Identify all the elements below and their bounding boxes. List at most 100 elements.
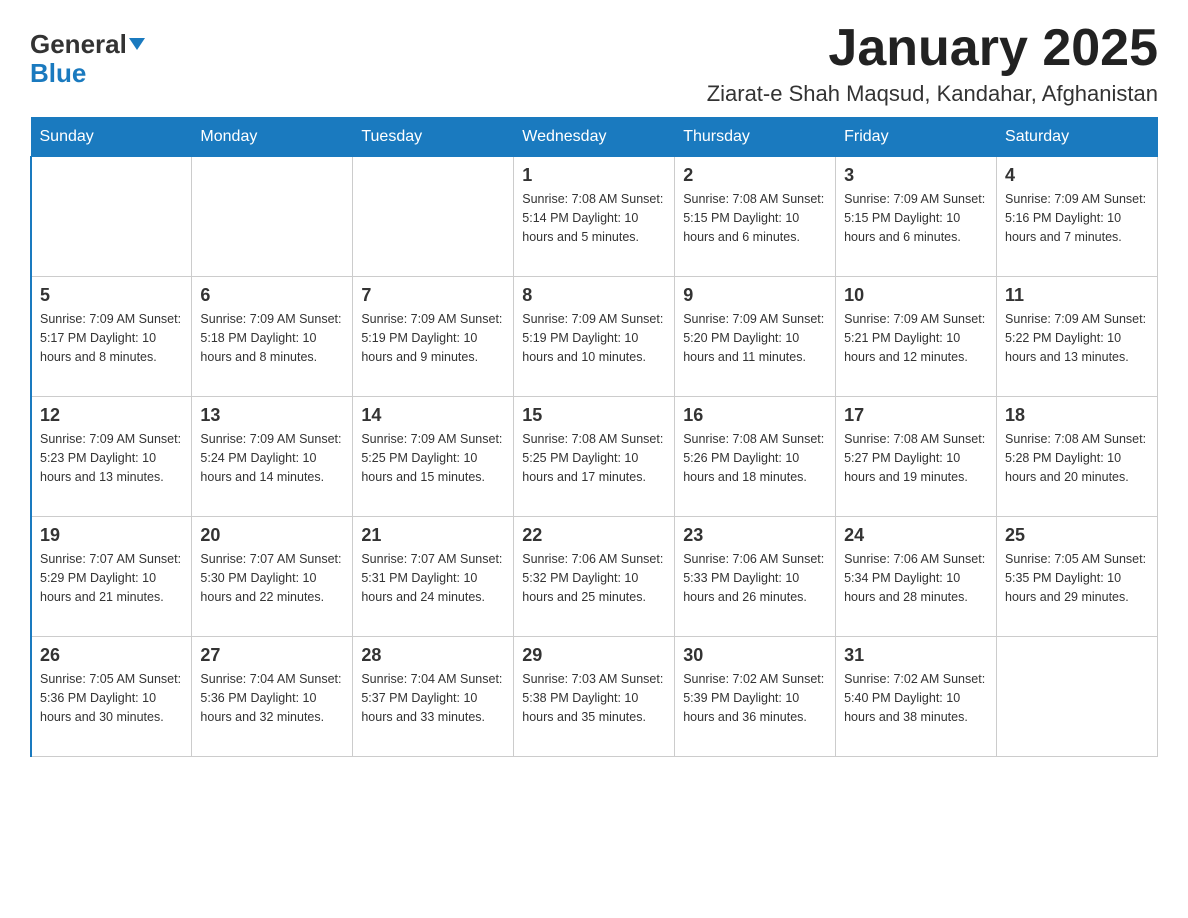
column-header-thursday: Thursday: [675, 118, 836, 157]
calendar-cell: 4Sunrise: 7:09 AM Sunset: 5:16 PM Daylig…: [997, 157, 1158, 277]
calendar-week-row: 5 Sunrise: 7:09 AM Sunset: 5:17 PM Daylig…: [31, 277, 1158, 397]
day-info: Sunrise: 7:03 AM Sunset: 5:38 PM Dayligh…: [522, 670, 666, 726]
calendar-cell: 20 Sunrise: 7:07 AM Sunset: 5:30 PM Dayli…: [192, 517, 353, 637]
day-number: 23: [683, 525, 827, 546]
calendar-week-row: 1Sunrise: 7:08 AM Sunset: 5:14 PM Daylig…: [31, 157, 1158, 277]
day-number: 15: [522, 405, 666, 426]
calendar-cell: 14 Sunrise: 7:09 AM Sunset: 5:25 PM Dayli…: [353, 397, 514, 517]
calendar-cell: 12 Sunrise: 7:09 AM Sunset: 5:23 PM Dayli…: [31, 397, 192, 517]
column-header-sunday: Sunday: [31, 118, 192, 157]
calendar-week-row: 12 Sunrise: 7:09 AM Sunset: 5:23 PM Dayli…: [31, 397, 1158, 517]
calendar-week-row: 19 Sunrise: 7:07 AM Sunset: 5:29 PM Dayli…: [31, 517, 1158, 637]
column-header-wednesday: Wednesday: [514, 118, 675, 157]
calendar-cell: 30 Sunrise: 7:02 AM Sunset: 5:39 PM Dayli…: [675, 637, 836, 757]
day-number: 10: [844, 285, 988, 306]
calendar-cell: 23 Sunrise: 7:06 AM Sunset: 5:33 PM Dayli…: [675, 517, 836, 637]
calendar-subtitle: Ziarat-e Shah Maqsud, Kandahar, Afghanis…: [707, 81, 1158, 107]
day-number: 12: [40, 405, 183, 426]
day-info: Sunrise: 7:09 AM Sunset: 5:24 PM Dayligh…: [200, 430, 344, 486]
day-number: 31: [844, 645, 988, 666]
day-info: Sunrise: 7:06 AM Sunset: 5:34 PM Dayligh…: [844, 550, 988, 606]
day-info: Sunrise: 7:07 AM Sunset: 5:29 PM Dayligh…: [40, 550, 183, 606]
column-header-saturday: Saturday: [997, 118, 1158, 157]
day-info: Sunrise: 7:02 AM Sunset: 5:40 PM Dayligh…: [844, 670, 988, 726]
day-number: 19: [40, 525, 183, 546]
calendar-cell: 28Sunrise: 7:04 AM Sunset: 5:37 PM Dayli…: [353, 637, 514, 757]
day-info: Sunrise: 7:09 AM Sunset: 5:17 PM Dayligh…: [40, 310, 183, 366]
day-info: Sunrise: 7:09 AM Sunset: 5:23 PM Dayligh…: [40, 430, 183, 486]
day-info: Sunrise: 7:09 AM Sunset: 5:25 PM Dayligh…: [361, 430, 505, 486]
day-number: 8: [522, 285, 666, 306]
calendar-cell: 13 Sunrise: 7:09 AM Sunset: 5:24 PM Dayli…: [192, 397, 353, 517]
day-number: 20: [200, 525, 344, 546]
day-number: 28: [361, 645, 505, 666]
calendar-cell: 26 Sunrise: 7:05 AM Sunset: 5:36 PM Dayli…: [31, 637, 192, 757]
calendar-cell: 1Sunrise: 7:08 AM Sunset: 5:14 PM Daylig…: [514, 157, 675, 277]
logo: General Blue: [30, 30, 145, 87]
calendar-cell: 24Sunrise: 7:06 AM Sunset: 5:34 PM Dayli…: [836, 517, 997, 637]
day-number: 3: [844, 165, 988, 186]
day-info: Sunrise: 7:05 AM Sunset: 5:35 PM Dayligh…: [1005, 550, 1149, 606]
calendar-cell: [192, 157, 353, 277]
calendar-cell: 2Sunrise: 7:08 AM Sunset: 5:15 PM Daylig…: [675, 157, 836, 277]
day-number: 27: [200, 645, 344, 666]
day-info: Sunrise: 7:06 AM Sunset: 5:33 PM Dayligh…: [683, 550, 827, 606]
day-number: 11: [1005, 285, 1149, 306]
column-header-monday: Monday: [192, 118, 353, 157]
day-info: Sunrise: 7:05 AM Sunset: 5:36 PM Dayligh…: [40, 670, 183, 726]
day-number: 26: [40, 645, 183, 666]
day-info: Sunrise: 7:08 AM Sunset: 5:25 PM Dayligh…: [522, 430, 666, 486]
calendar-cell: 6 Sunrise: 7:09 AM Sunset: 5:18 PM Daylig…: [192, 277, 353, 397]
calendar-cell: 11 Sunrise: 7:09 AM Sunset: 5:22 PM Dayli…: [997, 277, 1158, 397]
day-info: Sunrise: 7:08 AM Sunset: 5:26 PM Dayligh…: [683, 430, 827, 486]
day-info: Sunrise: 7:02 AM Sunset: 5:39 PM Dayligh…: [683, 670, 827, 726]
calendar-cell: 17 Sunrise: 7:08 AM Sunset: 5:27 PM Dayli…: [836, 397, 997, 517]
day-info: Sunrise: 7:08 AM Sunset: 5:28 PM Dayligh…: [1005, 430, 1149, 486]
day-number: 29: [522, 645, 666, 666]
calendar-header-row: SundayMondayTuesdayWednesdayThursdayFrid…: [31, 118, 1158, 157]
calendar-cell: 3 Sunrise: 7:09 AM Sunset: 5:15 PM Daylig…: [836, 157, 997, 277]
day-info: Sunrise: 7:09 AM Sunset: 5:22 PM Dayligh…: [1005, 310, 1149, 366]
day-info: Sunrise: 7:08 AM Sunset: 5:14 PM Dayligh…: [522, 190, 666, 246]
calendar-cell: 8 Sunrise: 7:09 AM Sunset: 5:19 PM Daylig…: [514, 277, 675, 397]
day-number: 18: [1005, 405, 1149, 426]
day-number: 6: [200, 285, 344, 306]
day-info: Sunrise: 7:09 AM Sunset: 5:18 PM Dayligh…: [200, 310, 344, 366]
day-number: 7: [361, 285, 505, 306]
calendar-cell: 25 Sunrise: 7:05 AM Sunset: 5:35 PM Dayli…: [997, 517, 1158, 637]
calendar-cell: [353, 157, 514, 277]
column-header-tuesday: Tuesday: [353, 118, 514, 157]
header: General Blue January 2025 Ziarat-e Shah …: [30, 20, 1158, 107]
column-header-friday: Friday: [836, 118, 997, 157]
calendar-cell: 16Sunrise: 7:08 AM Sunset: 5:26 PM Dayli…: [675, 397, 836, 517]
day-info: Sunrise: 7:09 AM Sunset: 5:16 PM Dayligh…: [1005, 190, 1149, 246]
day-info: Sunrise: 7:04 AM Sunset: 5:36 PM Dayligh…: [200, 670, 344, 726]
day-number: 25: [1005, 525, 1149, 546]
day-info: Sunrise: 7:09 AM Sunset: 5:15 PM Dayligh…: [844, 190, 988, 246]
day-info: Sunrise: 7:08 AM Sunset: 5:27 PM Dayligh…: [844, 430, 988, 486]
calendar-cell: 5 Sunrise: 7:09 AM Sunset: 5:17 PM Daylig…: [31, 277, 192, 397]
logo-general-text: General: [30, 30, 127, 59]
calendar-cell: [31, 157, 192, 277]
day-number: 2: [683, 165, 827, 186]
calendar-cell: 15 Sunrise: 7:08 AM Sunset: 5:25 PM Dayli…: [514, 397, 675, 517]
logo-blue-text: Blue: [30, 59, 145, 88]
day-number: 9: [683, 285, 827, 306]
day-number: 14: [361, 405, 505, 426]
day-number: 17: [844, 405, 988, 426]
day-info: Sunrise: 7:07 AM Sunset: 5:30 PM Dayligh…: [200, 550, 344, 606]
calendar-cell: 22Sunrise: 7:06 AM Sunset: 5:32 PM Dayli…: [514, 517, 675, 637]
calendar-title: January 2025: [707, 20, 1158, 77]
calendar-cell: 7Sunrise: 7:09 AM Sunset: 5:19 PM Daylig…: [353, 277, 514, 397]
calendar-cell: 19 Sunrise: 7:07 AM Sunset: 5:29 PM Dayli…: [31, 517, 192, 637]
day-number: 22: [522, 525, 666, 546]
day-info: Sunrise: 7:09 AM Sunset: 5:19 PM Dayligh…: [522, 310, 666, 366]
calendar-cell: 31 Sunrise: 7:02 AM Sunset: 5:40 PM Dayli…: [836, 637, 997, 757]
calendar-table: SundayMondayTuesdayWednesdayThursdayFrid…: [30, 117, 1158, 757]
calendar-cell: 9 Sunrise: 7:09 AM Sunset: 5:20 PM Daylig…: [675, 277, 836, 397]
day-number: 13: [200, 405, 344, 426]
day-number: 30: [683, 645, 827, 666]
calendar-cell: 21Sunrise: 7:07 AM Sunset: 5:31 PM Dayli…: [353, 517, 514, 637]
day-number: 5: [40, 285, 183, 306]
day-info: Sunrise: 7:09 AM Sunset: 5:20 PM Dayligh…: [683, 310, 827, 366]
